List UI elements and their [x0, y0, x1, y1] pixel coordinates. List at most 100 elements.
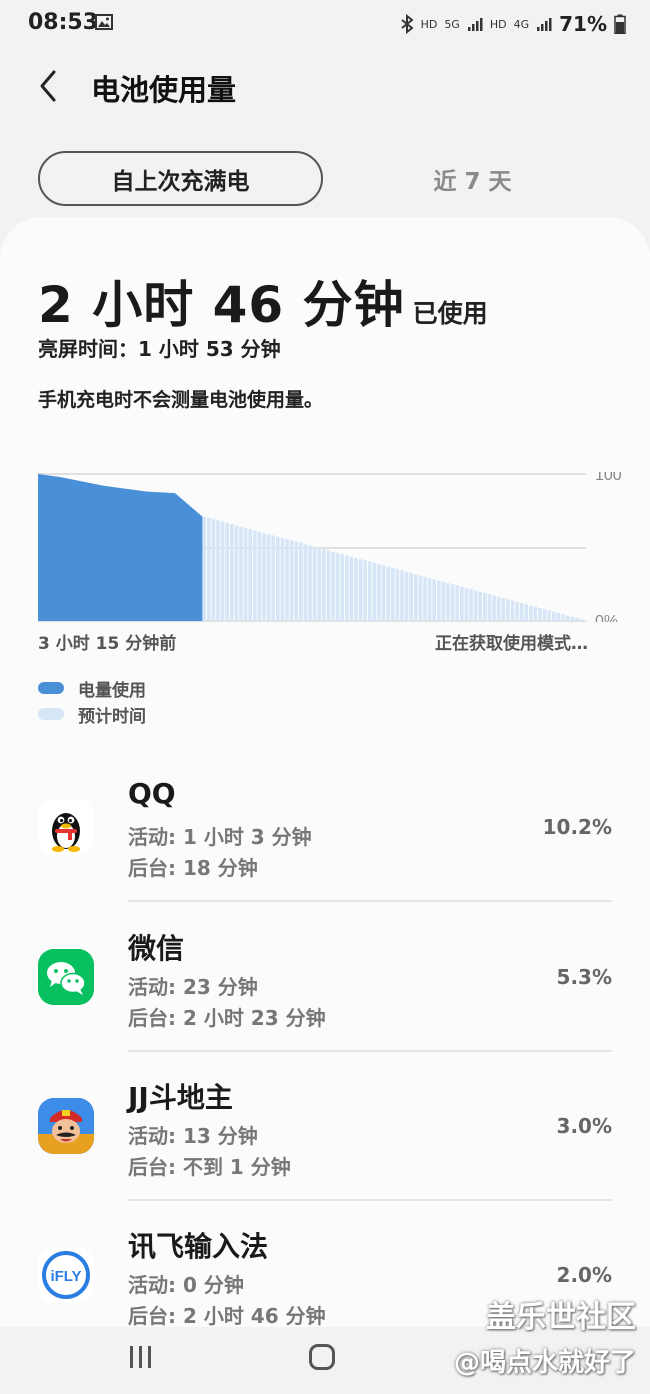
battery-icon — [614, 14, 626, 34]
legend-item-projection: 预计时间 — [38, 701, 146, 727]
projection-bar — [414, 574, 418, 621]
network-4g: 4G — [513, 17, 530, 31]
legend-swatch-projection — [38, 708, 64, 720]
app-background-time: 后台: 2 小时 23 分钟 — [128, 1006, 326, 1030]
list-item-jj-doudizhu[interactable]: JJ斗地主 活动: 13 分钟 后台: 不到 1 分钟 3.0% — [0, 1076, 650, 1225]
projection-bar — [391, 567, 395, 621]
legend-item-usage: 电量使用 — [38, 675, 146, 701]
signal-icon — [467, 18, 483, 31]
signal-icon — [537, 18, 552, 31]
ifly-icon-text: iFLY — [50, 1268, 81, 1285]
projection-bar — [262, 532, 266, 621]
bluetooth-icon — [400, 14, 414, 34]
projection-bar — [556, 613, 561, 621]
projection-bar — [446, 583, 450, 621]
projection-bar — [400, 570, 404, 621]
screen-on-time: 亮屏时间：1 小时 53 分钟 — [38, 337, 281, 361]
app-name: QQ — [128, 777, 176, 810]
app-usage-percent: 10.2% — [542, 815, 612, 839]
app-header: 电池使用量 — [0, 55, 650, 119]
status-time: 08:53 — [28, 10, 99, 35]
projection-bar — [519, 603, 524, 621]
projection-bar — [464, 588, 469, 621]
y-axis-top-label: 100 — [595, 472, 622, 484]
projection-bar — [432, 579, 436, 621]
network-5g: 5G — [444, 17, 460, 31]
usage-area — [38, 474, 203, 621]
projection-bar — [234, 525, 239, 621]
projection-bar — [423, 576, 427, 621]
projection-bar — [469, 589, 473, 621]
app-usage-percent: 3.0% — [556, 1114, 612, 1138]
jj-doudizhu-icon — [38, 1098, 94, 1154]
projection-bar — [299, 542, 303, 621]
home-button[interactable] — [309, 1344, 335, 1370]
projection-bar — [326, 550, 331, 621]
projection-bar — [276, 536, 280, 621]
app-background-time: 后台: 2 小时 46 分钟 — [128, 1304, 326, 1328]
projection-bar — [570, 616, 574, 621]
projection-bar — [575, 618, 579, 621]
projection-bar — [294, 541, 298, 621]
watermark-community: 盖乐世社区 — [486, 1300, 636, 1335]
projection-bar — [211, 519, 216, 621]
app-background-time: 后台: 18 分钟 — [128, 856, 258, 880]
projection-bar — [220, 521, 225, 621]
usage-suffix: 已使用 — [412, 299, 488, 328]
projection-bar — [354, 557, 358, 621]
projection-bar — [538, 608, 542, 621]
projection-bar — [450, 584, 455, 621]
projection-bar — [358, 559, 363, 621]
projection-bar — [257, 531, 262, 621]
divider — [128, 1050, 612, 1052]
projection-bar — [506, 599, 510, 621]
projection-bar — [207, 517, 211, 621]
projection-bar — [487, 594, 492, 621]
back-arrow-icon[interactable] — [34, 69, 64, 103]
projection-bar — [266, 534, 271, 621]
qq-icon — [38, 799, 94, 855]
projection-bar — [317, 547, 321, 621]
charging-note: 手机充电时不会测量电池使用量。 — [38, 389, 324, 411]
status-indicators: HD 5G HD 4G 71% — [400, 10, 626, 38]
tab-last-7-days[interactable]: 近 7 天 — [330, 151, 615, 206]
battery-percent: 71% — [559, 12, 607, 36]
app-active-time: 活动: 23 分钟 — [128, 975, 258, 999]
projection-bar — [473, 590, 478, 621]
projection-bar — [437, 580, 441, 621]
projection-bar — [510, 600, 515, 621]
projection-bar — [230, 524, 234, 621]
tab-since-last-charge[interactable]: 自上次充满电 — [38, 151, 323, 206]
projection-bar — [349, 556, 354, 621]
projection-bar — [584, 620, 588, 621]
projection-bar — [340, 554, 344, 621]
projection-bar — [368, 561, 372, 621]
app-name: 微信 — [128, 932, 185, 965]
projection-bar — [561, 614, 565, 621]
projection-bar — [280, 537, 285, 621]
projection-bar — [418, 575, 423, 621]
projection-bar — [524, 604, 528, 621]
app-name: JJ斗地主 — [128, 1081, 233, 1114]
chart-legend: 电量使用 预计时间 — [38, 675, 146, 727]
status-bar: 08:53 HD 5G HD 4G 71% — [0, 0, 650, 50]
usage-summary: 2 小时 46 分钟 已使用 — [38, 265, 488, 337]
projection-bar — [496, 596, 501, 621]
projection-bar — [335, 552, 340, 621]
usage-time: 2 小时 46 分钟 — [38, 276, 405, 334]
projection-bar — [312, 546, 317, 621]
projection-bar — [529, 605, 533, 621]
watermark-user: @喝点水就好了 — [453, 1348, 636, 1378]
app-usage-percent: 5.3% — [556, 965, 612, 989]
y-axis-bottom-label: 0% — [595, 613, 618, 622]
projection-bar — [239, 526, 243, 621]
projection-bar — [565, 615, 570, 621]
list-item-qq-row[interactable]: QQ 活动: 1 小时 3 分钟 后台: 18 分钟 10.2% — [0, 777, 650, 927]
wechat-icon — [38, 949, 94, 1005]
projection-bar — [552, 611, 556, 621]
list-item-wechat[interactable]: 微信 活动: 23 分钟 后台: 2 小时 23 分钟 5.3% — [0, 927, 650, 1076]
projection-bar — [308, 545, 312, 621]
recent-apps-icon[interactable] — [128, 1345, 154, 1369]
projection-series — [202, 516, 588, 621]
projection-bar — [579, 619, 584, 621]
